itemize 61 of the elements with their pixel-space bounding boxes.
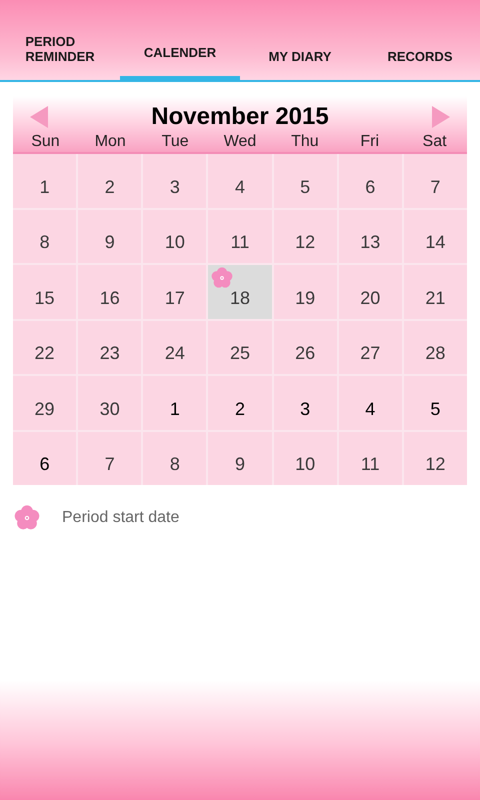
day-cell[interactable]: 10	[274, 432, 337, 485]
day-cell[interactable]: 3	[143, 154, 206, 208]
day-cell[interactable]: 29	[13, 376, 76, 430]
day-cell[interactable]: 12	[274, 210, 337, 263]
day-cell[interactable]: 28	[404, 320, 467, 374]
next-month-button[interactable]	[430, 105, 450, 129]
weekday-label: Sun	[30, 132, 61, 152]
flower-icon	[211, 267, 234, 289]
day-cell[interactable]: 20	[338, 265, 402, 318]
weekday-label: Sat	[422, 132, 448, 152]
day-cell[interactable]: 12	[404, 432, 467, 485]
day-cell[interactable]: 15	[13, 265, 76, 318]
tab[interactable]: CALENDER	[120, 0, 240, 82]
weekday-label: Wed	[222, 132, 258, 152]
day-cell[interactable]: 4	[208, 154, 272, 208]
right-triangle-icon	[432, 106, 450, 128]
weekday-label: Mon	[94, 132, 127, 152]
day-cell[interactable]: 6	[338, 154, 402, 208]
day-cell[interactable]: 3	[274, 376, 337, 430]
day-cell[interactable]: 19	[274, 265, 337, 318]
day-cell[interactable]: 17	[143, 265, 206, 318]
previous-month-button[interactable]	[30, 105, 50, 129]
day-cell[interactable]: 2	[208, 376, 272, 430]
day-cell[interactable]: 22	[13, 320, 76, 374]
day-cell[interactable]: 8	[143, 432, 206, 485]
day-cell[interactable]: 16	[78, 265, 142, 318]
day-cell[interactable]: 5	[404, 376, 467, 430]
day-cell[interactable]: 21	[404, 265, 467, 318]
day-cell[interactable]: 8	[13, 210, 76, 263]
day-cell[interactable]: 10	[143, 210, 206, 263]
weekday-label: Tue	[160, 132, 190, 152]
day-cell[interactable]: 18	[208, 265, 272, 318]
left-triangle-icon	[30, 106, 48, 128]
day-cell[interactable]: 1	[13, 154, 76, 208]
day-cell[interactable]: 13	[338, 210, 402, 263]
day-cell[interactable]: 27	[338, 320, 402, 374]
day-cell[interactable]: 11	[208, 210, 272, 263]
day-cell[interactable]: 9	[78, 210, 142, 263]
day-cell[interactable]: 24	[143, 320, 206, 374]
weekday-label: Thu	[290, 132, 320, 152]
weekday-label: Fri	[359, 132, 380, 152]
day-cell[interactable]: 6	[13, 432, 76, 485]
legend-label: Period start date	[62, 508, 180, 528]
tab[interactable]: PERIOD REMINDER	[0, 0, 120, 80]
day-cell[interactable]: 7	[404, 154, 467, 208]
day-cell[interactable]: 9	[208, 432, 272, 485]
day-cell[interactable]: 11	[338, 432, 402, 485]
day-cell[interactable]: 2	[78, 154, 142, 208]
tab[interactable]: RECORDS	[360, 0, 480, 80]
day-cell[interactable]: 26	[274, 320, 337, 374]
flower-icon	[14, 505, 40, 531]
day-cell[interactable]: 5	[274, 154, 337, 208]
day-cell[interactable]: 7	[78, 432, 142, 485]
day-cell[interactable]: 14	[404, 210, 467, 263]
day-cell[interactable]: 23	[78, 320, 142, 374]
month-title: November 2015	[151, 102, 329, 132]
day-cell[interactable]: 25	[208, 320, 272, 374]
day-cell[interactable]: 4	[338, 376, 402, 430]
tab[interactable]: MY DIARY	[240, 0, 360, 80]
day-cell[interactable]: 30	[78, 376, 142, 430]
day-cell[interactable]: 1	[143, 376, 206, 430]
